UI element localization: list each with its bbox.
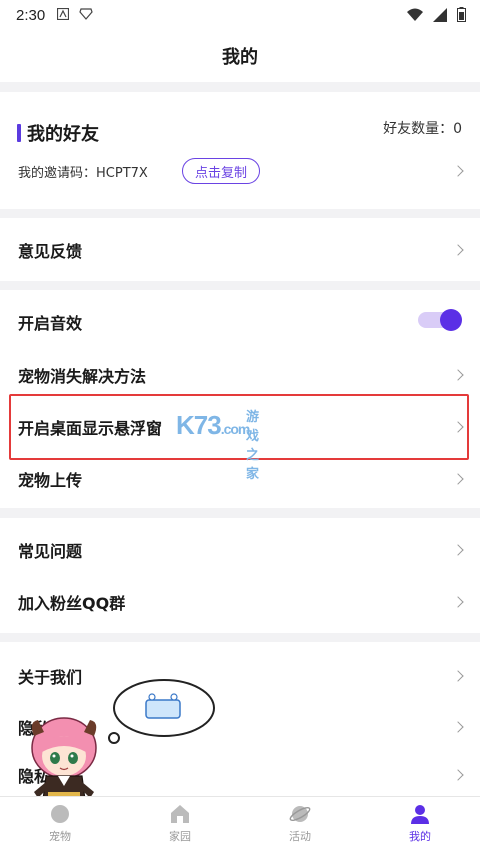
chevron-right-icon [452,369,464,381]
chevron-right-icon [452,473,464,485]
thought-bubble [106,676,216,750]
about-label: 关于我们 [18,668,83,687]
heading-accent-bar [17,124,21,142]
qq-group-row[interactable]: 加入粉丝QQ群 [0,576,480,628]
chevron-right-icon [452,769,464,781]
pet-upload-row[interactable]: 宠物上传 [0,454,480,504]
bottom-tab-bar: 宠物 家园 活动 我的 [0,796,480,853]
feedback-row[interactable]: 意见反馈 [0,218,480,281]
chevron-right-icon [452,596,464,608]
faq-row[interactable]: 常见问题 [0,524,480,576]
friends-title: 我的好友 [27,124,99,145]
pet-missing-row[interactable]: 宠物消失解决方法 [0,350,480,400]
friend-count: 好友数量：0 [383,121,462,137]
tab-pet-label: 宠物 [49,830,71,843]
tab-home-label: 家园 [169,830,191,843]
sound-row: 开启音效 [0,296,480,348]
invite-code: 我的邀请码：HCPT7X [18,166,148,181]
tab-mine-label: 我的 [409,830,431,843]
notification-a-icon [57,6,70,24]
user-icon [411,805,429,824]
tab-activity[interactable]: 活动 [240,803,360,844]
status-time: 2:30 [16,6,46,24]
status-bar: 2:30 [0,0,480,30]
tab-mine[interactable]: 我的 [360,803,480,844]
battery-icon [457,7,466,26]
toggle-knob [440,309,462,331]
faq-label: 常见问题 [18,542,83,561]
pet-icon [51,805,69,823]
copy-button[interactable]: 点击复制 [182,158,260,184]
feedback-label: 意见反馈 [18,241,83,261]
tab-home[interactable]: 家园 [120,803,240,844]
watermark-main: K73 [176,410,222,440]
about-row[interactable]: 关于我们 [0,650,480,702]
sound-toggle[interactable] [418,309,462,331]
tab-activity-label: 活动 [289,830,311,843]
page-title: 我的 [0,30,480,82]
chevron-right-icon [452,544,464,556]
qq-group-label: 加入粉丝QQ群 [18,594,126,613]
planet-icon [289,806,311,822]
watermark-logo: K73.com 游戏之家 [176,409,259,481]
tab-pet[interactable]: 宠物 [0,803,120,844]
chevron-right-icon [452,721,464,733]
pet-missing-label: 宠物消失解决方法 [18,367,147,386]
signal-icon [433,7,447,26]
chevron-right-icon [452,670,464,682]
home-icon [171,805,189,823]
chevron-right-icon [452,243,464,256]
diamond-icon [79,6,93,24]
wifi-icon [407,8,423,26]
sound-label: 开启音效 [18,314,83,333]
friends-heading: 我的好友 [17,120,99,146]
pet-upload-label: 宠物上传 [18,471,83,490]
friends-section [0,92,480,209]
